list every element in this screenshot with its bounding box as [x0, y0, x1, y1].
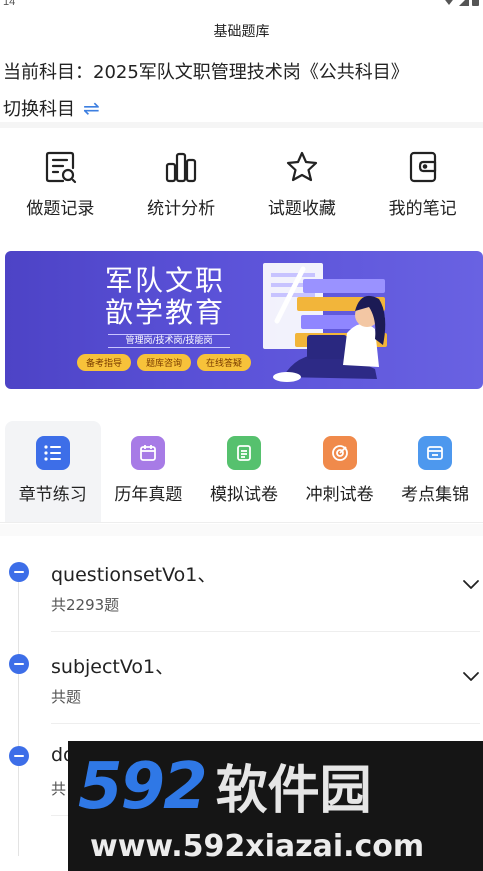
tab-label: 章节练习 — [18, 485, 87, 505]
wifi-icon — [445, 0, 453, 5]
practice-tabs: 章节练习 历年真题 模拟试卷 冲刺试卷 考点集锦 — [0, 421, 483, 523]
tab-label: 模拟试卷 — [209, 485, 278, 505]
tab-mock-exam[interactable]: 模拟试卷 — [196, 421, 292, 522]
chevron-down-icon[interactable] — [462, 670, 480, 682]
chapter-count: 共2293题 — [51, 596, 120, 614]
banner-title-line2: 歆学教育 — [105, 296, 226, 329]
tab-icon-box — [418, 436, 453, 470]
calendar-icon — [140, 445, 157, 461]
status-bar: 14 — [0, 0, 483, 14]
quick-action-label: 我的笔记 — [388, 199, 457, 219]
collapse-icon[interactable] — [9, 562, 29, 582]
tab-icon-box — [35, 436, 70, 470]
notebook-icon — [409, 151, 436, 183]
chapter-count: 共题 — [51, 688, 82, 706]
watermark-brand-row: 592 软件园 — [78, 755, 372, 823]
tab-sprint-exam[interactable]: 冲刺试卷 — [292, 421, 388, 522]
quick-action-label: 试题收藏 — [267, 199, 336, 219]
promo-banner[interactable]: 军队文职 歆学教育 管理岗/技术岗/技能岗 备考指导 题库咨询 在线答疑 — [5, 251, 483, 389]
swap-icon: ⇌ — [83, 96, 100, 120]
banner-pill: 备考指导 — [77, 354, 132, 371]
statistics-icon — [166, 152, 197, 183]
chapter-name: subjectVo1、 — [51, 656, 175, 678]
practice-record-icon — [46, 151, 77, 184]
tab-label: 考点集锦 — [401, 485, 470, 505]
chevron-down-icon[interactable] — [462, 578, 480, 590]
page-title: 基础题库 — [213, 24, 270, 40]
banner-title-line1: 军队文职 — [105, 264, 226, 297]
tab-label: 冲刺试卷 — [305, 485, 374, 505]
banner-pill: 在线答疑 — [197, 354, 252, 371]
battery-icon — [472, 0, 479, 6]
switch-subject-label: 切换科目 — [3, 99, 75, 120]
tab-icon-box — [131, 436, 166, 470]
tab-label: 历年真题 — [114, 485, 183, 505]
star-icon — [286, 151, 317, 182]
banner-subtitle: 管理岗/技术岗/技能岗 — [108, 334, 230, 348]
section-divider — [0, 122, 483, 128]
section-divider — [0, 524, 483, 536]
watermark-url: www.592xiazai.com — [90, 829, 425, 864]
status-time: 14 — [3, 0, 16, 8]
status-icons — [442, 0, 479, 8]
banner-pills: 备考指导 题库咨询 在线答疑 — [77, 354, 252, 371]
watermark-number: 592 — [78, 750, 208, 824]
tab-icon-box — [322, 436, 357, 470]
tab-key-points[interactable]: 考点集锦 — [387, 421, 483, 522]
banner-title: 军队文职 歆学教育 — [105, 265, 225, 329]
quick-action-label: 统计分析 — [147, 199, 216, 219]
target-icon — [331, 445, 348, 461]
tab-past-exams[interactable]: 历年真题 — [101, 421, 197, 522]
collapse-icon[interactable] — [9, 746, 29, 766]
document-icon — [237, 445, 251, 461]
chapter-count: 共 — [51, 780, 67, 798]
current-subject: 当前科目：2025军队文职管理技术岗《公共科目》 — [3, 62, 409, 83]
collapse-icon[interactable] — [9, 654, 29, 674]
signal-icon — [459, 0, 469, 6]
banner-pill: 题库咨询 — [137, 354, 192, 371]
quick-action-practice-record[interactable]: 做题记录 — [0, 150, 121, 219]
list-item[interactable]: questionsetVo1、 共2293题 — [0, 540, 483, 632]
tab-chapter-practice[interactable]: 章节练习 — [5, 421, 101, 522]
list-item[interactable]: subjectVo1、 共题 — [0, 632, 483, 724]
folder-icon — [427, 446, 444, 460]
quick-action-notes[interactable]: 我的笔记 — [362, 150, 483, 219]
list-icon — [44, 445, 61, 461]
watermark-logo: 592 软件园 www.592xiazai.com — [68, 741, 483, 871]
switch-subject-button[interactable]: 切换科目 ⇌ — [3, 95, 100, 121]
quick-actions: 做题记录 统计分析 试题收藏 我的笔记 — [0, 150, 483, 219]
quick-action-statistics[interactable]: 统计分析 — [121, 150, 242, 219]
banner-illustration — [263, 263, 387, 382]
quick-action-label: 做题记录 — [26, 199, 95, 219]
chapter-name: questionsetVo1、 — [51, 564, 217, 586]
tab-icon-box — [226, 436, 261, 470]
quick-action-favorites[interactable]: 试题收藏 — [242, 150, 363, 219]
watermark-brand: 软件园 — [215, 761, 372, 821]
